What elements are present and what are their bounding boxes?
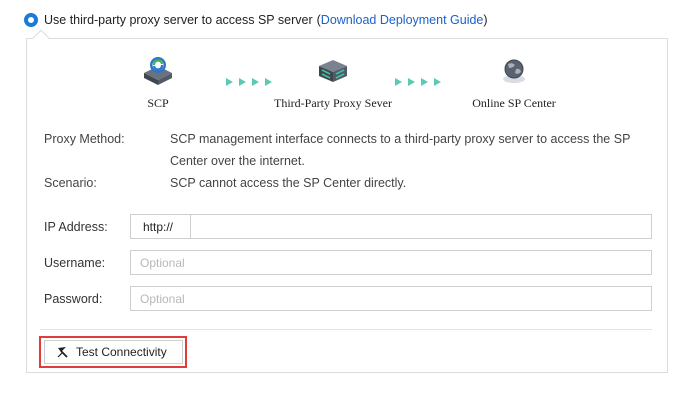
arrow-icon [395,78,402,86]
ip-address-field: http:// [130,214,652,239]
ip-address-input[interactable] [191,215,651,238]
diagram-node-sp-center: Online SP Center [459,55,569,111]
proxy-method-key: Proxy Method: [44,132,125,146]
proxy-server-icon [319,60,347,82]
proxy-method-value: SCP management interface connects to a t… [170,132,631,168]
link-close-paren: ) [483,13,488,27]
username-field [130,250,652,275]
ip-protocol-prefix: http:// [131,215,191,238]
arrow-icon [226,78,233,86]
scenario-value: SCP cannot access the SP Center directly… [170,176,407,190]
arrow-icon [252,78,259,86]
test-connectivity-button[interactable]: Test Connectivity [44,340,183,364]
globe-icon [503,59,525,83]
password-input[interactable] [131,287,651,310]
proxy-method-row: Proxy Method: SCP management interface c… [44,128,650,172]
arrow-icon [408,78,415,86]
radio-selected-icon[interactable] [24,13,38,27]
diagram-node-scp: SCP [133,55,183,111]
arrow-icon [421,78,428,86]
node-label-scp: SCP [147,96,169,110]
node-label-sp-center: Online SP Center [472,96,556,110]
node-label-proxy: Third-Party Proxy Sever [274,96,392,110]
proxy-option-label: Use third-party proxy server to access S… [44,13,313,27]
scenario-row: Scenario: SCP cannot access the SP Cente… [44,172,650,194]
arrow-icon [239,78,246,86]
test-connectivity-label: Test Connectivity [76,345,167,359]
username-input[interactable] [131,251,651,274]
password-field [130,286,652,311]
password-label: Password: [44,292,103,306]
proxy-option[interactable]: Use third-party proxy server to access S… [24,11,488,29]
arrow-icon [434,78,441,86]
ip-address-label: IP Address: [44,220,108,234]
scenario-key: Scenario: [44,176,97,190]
proxy-settings-panel: SCP Third-Party Proxy Sever Online SP Ce… [26,38,668,373]
scp-device-icon [144,57,172,85]
download-guide-link[interactable]: Download Deployment Guide [321,13,484,27]
divider [40,329,652,330]
flow-arrows-2 [395,78,441,86]
test-connectivity-icon [57,347,68,358]
username-label: Username: [44,256,106,270]
diagram-node-proxy: Third-Party Proxy Sever [263,55,403,111]
